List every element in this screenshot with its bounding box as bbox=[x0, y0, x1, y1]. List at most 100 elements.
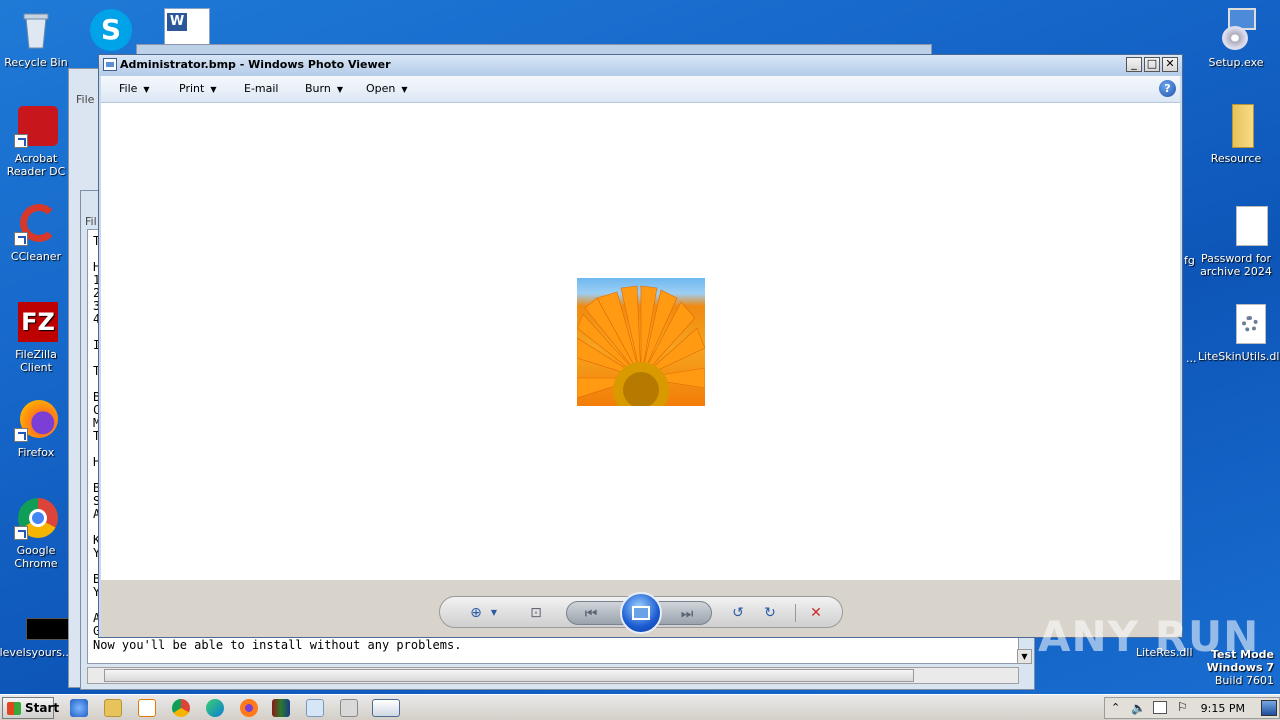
network-icon[interactable] bbox=[1153, 701, 1167, 714]
skype-icon[interactable]: S bbox=[90, 9, 132, 51]
minimize-button[interactable]: _ bbox=[1126, 57, 1142, 72]
winrar-icon[interactable] bbox=[272, 699, 290, 717]
chevron-down-icon: ▼ bbox=[210, 85, 217, 94]
desktop-icon-resource[interactable]: Resource bbox=[1198, 104, 1274, 165]
desktop-icon-label: Resource bbox=[1210, 152, 1262, 165]
desktop-icon-label: Password for archive 2024 bbox=[1200, 252, 1272, 278]
chevron-down-icon: ▼ bbox=[336, 85, 343, 94]
notepad-taskbar-icon[interactable] bbox=[306, 699, 324, 717]
menu-label: Open bbox=[366, 82, 396, 95]
desktop-icon-label: Acrobat Reader DC bbox=[6, 152, 66, 178]
system-tray: ⌃ 🔈 ⚐ 9:15 PM bbox=[1104, 697, 1280, 719]
acrobat-icon bbox=[14, 104, 58, 148]
folder-icon bbox=[1214, 104, 1258, 148]
volume-icon[interactable]: 🔈 bbox=[1131, 701, 1146, 715]
photo-viewer-menubar: File ▼ Print ▼ E-mail Burn ▼ Open ▼ ? bbox=[101, 76, 1180, 103]
previous-icon[interactable]: ⏮ bbox=[581, 604, 601, 624]
text-editor-menu-file[interactable]: Fil bbox=[85, 215, 97, 228]
desktop-icon-label: Recycle Bin bbox=[4, 56, 68, 69]
photo-viewer-taskbar-button[interactable] bbox=[372, 699, 400, 717]
dll-gear-icon bbox=[1214, 302, 1266, 346]
show-desktop-icon[interactable] bbox=[1261, 700, 1277, 716]
desktop-icon-acrobat[interactable]: Acrobat Reader DC bbox=[0, 104, 74, 178]
photo-viewer-controls-area: ⊕ ▼ ⊡ ⏮ ⏭ ↺ ↻ ✕ bbox=[101, 580, 1180, 637]
start-button[interactable]: Start bbox=[2, 697, 59, 719]
desktop-icon-label: LiteSkinUtils.dll bbox=[1198, 350, 1280, 363]
test-mode-text: Test Mode Windows 7 Build 7601 bbox=[1207, 648, 1274, 687]
test-mode-line: Build 7601 bbox=[1214, 674, 1274, 687]
separator bbox=[795, 604, 796, 622]
chevron-down-icon: ▼ bbox=[401, 85, 408, 94]
delete-icon[interactable]: ✕ bbox=[806, 603, 826, 623]
rotate-clockwise-icon[interactable]: ↻ bbox=[760, 603, 780, 623]
menu-label: Print bbox=[179, 82, 205, 95]
desktop-icon-label: Setup.exe bbox=[1208, 56, 1264, 69]
photo-viewer-app-icon bbox=[103, 58, 117, 71]
action-center-flag-icon[interactable]: ⚐ bbox=[1177, 700, 1188, 714]
help-icon[interactable]: ? bbox=[1159, 80, 1176, 97]
text-line-last: Now you'll be able to install without an… bbox=[93, 638, 462, 652]
taskbar: Start ⌃ 🔈 ⚐ 9:15 PM bbox=[0, 694, 1280, 720]
media-player-icon[interactable] bbox=[138, 699, 156, 717]
filezilla-icon: FZ bbox=[14, 300, 58, 344]
photo-viewer-titlebar[interactable]: Administrator.bmp - Windows Photo Viewer… bbox=[99, 55, 1182, 76]
slideshow-button[interactable] bbox=[620, 592, 662, 634]
show-hidden-icons-chevron-icon[interactable]: ⌃ bbox=[1111, 701, 1120, 714]
displayed-photo-flower bbox=[577, 278, 705, 406]
test-mode-line: Windows 7 bbox=[1206, 661, 1274, 674]
desktop-icon-label: levelsyours... bbox=[0, 646, 73, 659]
menu-label: Burn bbox=[305, 82, 331, 95]
app-taskbar-icon[interactable] bbox=[340, 699, 358, 717]
zoom-icon[interactable]: ⊕ bbox=[466, 603, 486, 623]
desktop-icon-label: Google Chrome bbox=[14, 544, 58, 570]
word-document-icon[interactable]: W bbox=[164, 8, 210, 46]
ccleaner-icon bbox=[14, 202, 58, 246]
firefox-taskbar-icon[interactable] bbox=[240, 699, 258, 717]
chrome-taskbar-icon[interactable] bbox=[172, 699, 190, 717]
maximize-button[interactable]: □ bbox=[1144, 57, 1160, 72]
desktop-icon-firefox[interactable]: Firefox bbox=[0, 398, 74, 459]
menu-label: E-mail bbox=[244, 82, 279, 95]
desktop-icon-label: Firefox bbox=[17, 446, 55, 459]
actual-size-icon[interactable]: ⊡ bbox=[526, 603, 546, 623]
desktop-icon-label: FileZilla Client bbox=[15, 348, 57, 374]
explorer-folder-icon[interactable] bbox=[104, 699, 122, 717]
internet-explorer-icon[interactable] bbox=[70, 699, 88, 717]
scroll-thumb[interactable] bbox=[104, 669, 914, 682]
desktop-icon-ccleaner[interactable]: CCleaner bbox=[0, 202, 74, 263]
rotate-counterclockwise-icon[interactable]: ↺ bbox=[728, 603, 748, 623]
clock[interactable]: 9:15 PM bbox=[1201, 702, 1245, 715]
document-icon bbox=[1214, 204, 1268, 248]
background-window-menu-label: File bbox=[76, 93, 95, 106]
test-mode-line: Test Mode bbox=[1211, 648, 1274, 661]
desktop-partial-label: ... bbox=[1186, 352, 1197, 365]
desktop-icon-liteskinutils[interactable]: LiteSkinUtils.dll bbox=[1198, 302, 1280, 363]
recycle-bin-icon bbox=[14, 8, 58, 52]
desktop-icon-recycle-bin[interactable]: Recycle Bin bbox=[0, 8, 74, 69]
desktop-icon-password-file[interactable]: Password for archive 2024 bbox=[1198, 204, 1274, 278]
image-canvas[interactable] bbox=[101, 103, 1180, 580]
menu-burn[interactable]: Burn ▼ bbox=[305, 82, 343, 95]
vertical-scroll-down-button[interactable]: ▼ bbox=[1017, 649, 1032, 664]
menu-label: File bbox=[119, 82, 138, 95]
photo-viewer-window[interactable]: Administrator.bmp - Windows Photo Viewer… bbox=[98, 54, 1183, 638]
desktop-partial-label: fg bbox=[1184, 254, 1195, 267]
menu-print[interactable]: Print ▼ bbox=[179, 82, 216, 95]
chevron-down-icon: ▼ bbox=[143, 85, 150, 94]
desktop-icon-setup[interactable]: Setup.exe bbox=[1198, 8, 1274, 69]
horizontal-scrollbar[interactable] bbox=[87, 667, 1019, 684]
next-icon[interactable]: ⏭ bbox=[677, 604, 697, 624]
desktop-icon-levelsyours[interactable]: levelsyours... bbox=[0, 616, 74, 659]
zoom-chevron-down-icon[interactable]: ▼ bbox=[484, 603, 504, 623]
menu-file[interactable]: File ▼ bbox=[119, 82, 150, 95]
firefox-icon bbox=[14, 398, 58, 442]
desktop-icon-filezilla[interactable]: FZ FileZilla Client bbox=[0, 300, 74, 374]
edge-icon[interactable] bbox=[206, 699, 224, 717]
desktop-icon-chrome[interactable]: Google Chrome bbox=[0, 496, 74, 570]
file-black-icon bbox=[14, 616, 72, 642]
setup-installer-icon bbox=[1214, 8, 1258, 52]
close-button[interactable]: ✕ bbox=[1162, 57, 1178, 72]
menu-open[interactable]: Open ▼ bbox=[366, 82, 408, 95]
desktop-icon-label: CCleaner bbox=[10, 250, 62, 263]
menu-email[interactable]: E-mail bbox=[244, 82, 279, 95]
